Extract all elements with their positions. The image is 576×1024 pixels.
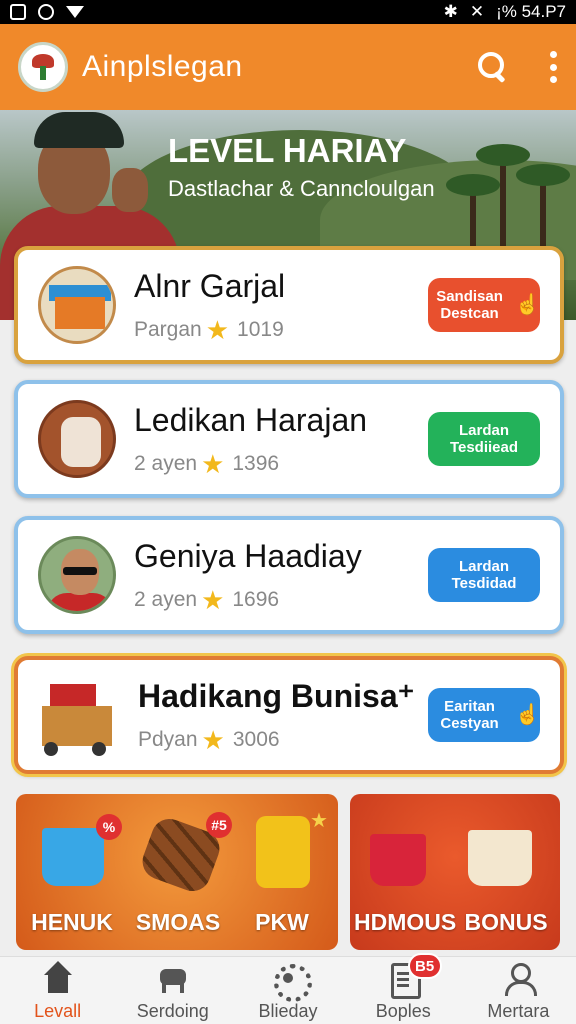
promo-tile-label: SMOAS [135,909,221,935]
promo-tile[interactable]: HDMOUS [354,794,457,950]
count-badge: #5 [206,812,232,838]
nav-label: Blieday [258,1001,318,1021]
app-title: Ainplslegan [82,50,243,83]
hero-subtitle: Dastlachar & Canncloulgan [168,176,435,201]
nav-label: Mertara [487,1001,550,1021]
status-text: ¡% 54.P7 [496,2,566,21]
promo-panel-bonus: HDMOUS BONUS [350,794,560,950]
card-meta-label: Pdyan [138,728,198,751]
status-bar: ✱ ✕ ¡% 54.P7 [0,0,576,24]
search-icon[interactable] [478,52,508,82]
house-toy-avatar [38,266,116,344]
promo-tile-label: BONUS [464,909,548,935]
card-action-button[interactable]: Sandisan Destcan ☝ [428,278,540,332]
jar-icon [256,816,310,888]
card-action-label: Lardan Tesdiiead [449,422,519,456]
nav-item-boples[interactable]: B5 Boples [346,953,461,1024]
bottom-navigation: Levall Serdoing Blieday B5 Boples Mertar… [0,953,576,1024]
level-card[interactable]: Ledikan Harajan 2 ayen ★ 1396 Lardan Tes… [14,380,564,498]
promo-panel-items: % HENUK #5 SMOAS ★ PKW [16,794,338,950]
card-action-button[interactable]: Lardan Tesdiiead [428,412,540,466]
card-action-button[interactable]: Lardan Tesdidad [428,548,540,602]
signal-off-icon: ✕ [469,2,485,21]
pointer-hand-icon: ☝ [515,703,540,726]
card-title: Hadikang Bunisa⁺ [138,678,415,714]
wifi-icon [66,6,84,18]
promo-tile[interactable]: BONUS [456,794,556,950]
home-icon [41,961,75,995]
nav-item-mertara[interactable]: Mertara [461,957,576,1024]
more-options-icon[interactable] [548,51,558,83]
card-action-label: Earitan Cestyan [440,698,499,732]
nav-item-blieday[interactable]: Blieday [230,957,345,1024]
hero-title: LEVEL HARIAY [168,132,407,169]
notification-badge: B5 [407,953,442,979]
gear-icon [271,961,312,1002]
toy-cart-avatar [38,672,130,758]
card-count: 1396 [232,451,280,475]
bonus-card[interactable]: Hadikang Bunisa⁺ Pdyan ★ 3006 Earitan Ce… [14,656,564,774]
user-icon [501,961,538,996]
card-action-label: Sandisan Destcan [436,288,503,322]
card-action-label: Lardan Tesdidad [451,558,517,592]
promo-tile[interactable]: #5 SMOAS [128,794,232,950]
card-count: 1019 [237,317,284,341]
card-action-button[interactable]: Earitan Cestyan ☝ [428,688,540,742]
card-title: Alnr Garjal [134,267,286,304]
coffee-cup-icon [468,830,532,886]
star-icon: ★ [201,584,225,615]
promo-tile-label: HENUK [31,909,113,935]
star-icon: ★ [205,314,230,345]
star-icon: ★ [201,725,225,755]
bucket-icon [42,828,104,886]
card-count: 3006 [232,728,280,751]
app-bar: Ainplslegan [0,24,576,110]
nav-label: Boples [375,1001,431,1021]
image-notification-icon [10,4,26,20]
card-count: 1696 [232,587,280,611]
promo-tile-label: HDMOUS [354,909,457,935]
card-title: Geniya Haadiay [134,537,362,574]
promo-tile[interactable]: ★ PKW [232,794,332,950]
promo-tile-label: PKW [255,909,309,935]
nav-label: Levall [34,1001,82,1021]
star-icon: ★ [201,448,225,479]
card-meta-label: Pargan [134,317,202,341]
app-logo[interactable] [18,42,68,92]
level-card[interactable]: Geniya Haadiay 2 ayen ★ 1696 Lardan Tesd… [14,516,564,634]
card-title: Ledikan Harajan [134,401,368,438]
nav-label: Serdoing [136,1001,209,1021]
dog-icon [156,961,190,995]
bluetooth-icon: ✱ [443,2,458,21]
nav-item-levall[interactable]: Levall [0,957,115,1024]
card-meta-label: 2 ayen [134,451,198,475]
pointer-hand-icon: ☝ [515,293,540,316]
nav-item-serdoing[interactable]: Serdoing [115,957,230,1024]
red-cup-icon [370,834,426,886]
user-photo-avatar [38,536,116,614]
sparkle-icon: ★ [310,810,328,832]
promo-tile[interactable]: % HENUK [22,794,122,950]
sync-notification-icon [38,4,54,20]
plush-toy-avatar [38,400,116,478]
level-card[interactable]: Alnr Garjal Pargan ★ 1019 Sandisan Destc… [14,246,564,364]
discount-badge: % [96,814,122,840]
tree-logo-icon [28,52,58,82]
card-meta-label: 2 ayen [134,587,198,611]
